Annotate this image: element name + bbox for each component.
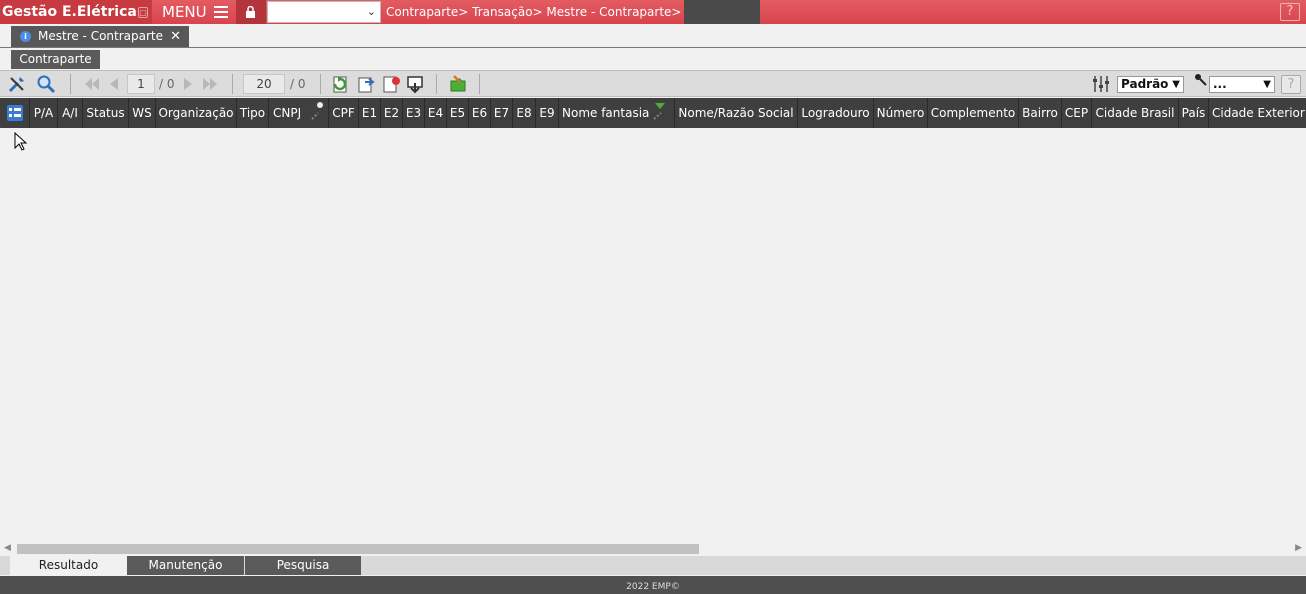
rows-per-page-input[interactable]: 20 [243,74,285,94]
page-number-input[interactable]: 1 [127,74,155,94]
refresh-icon[interactable] [330,74,350,94]
report-icon[interactable] [382,74,402,94]
column-header-numero[interactable]: Número [874,98,928,128]
column-header-cep[interactable]: CEP [1062,98,1092,128]
column-header-tipo[interactable]: Tipo [237,98,269,128]
column-header-cidade-brasil[interactable]: Cidade Brasil [1092,98,1179,128]
download-icon[interactable] [405,74,425,94]
column-header-nome-fantasia[interactable]: Nome fantasia [559,98,675,128]
toolbar-separator [320,74,321,94]
column-header-logradouro[interactable]: Logradouro [798,98,874,128]
scroll-left-icon[interactable]: ◀ [4,543,11,553]
column-header-cpf[interactable]: CPF [329,98,359,128]
first-page-icon[interactable] [82,74,102,94]
search-key-icon [311,102,323,120]
menu-button[interactable]: MENU [156,0,236,24]
prev-page-icon[interactable] [104,74,124,94]
view-select-value: Padrão [1121,77,1169,91]
key-select[interactable]: ... ▼ [1209,76,1275,93]
chevron-down-icon: ▼ [1172,79,1180,90]
help-button[interactable]: ? [1280,3,1300,21]
key-select-value: ... [1213,77,1227,91]
toolbar-separator [70,74,71,94]
column-header-e3[interactable]: E3 [403,98,425,128]
tab-mestre-contraparte[interactable]: i Mestre - Contraparte ✕ [11,26,189,47]
puzzle-icon[interactable] [448,74,468,94]
bottom-tab-strip: Resultado Manutenção Pesquisa [0,556,1306,575]
toolbar-help-button[interactable]: ? [1281,75,1301,94]
grid-menu-icon[interactable] [7,105,23,121]
next-page-icon[interactable] [178,74,198,94]
column-header-nome-fantasia-label: Nome fantasia [562,106,650,120]
app-title-text: Gestão E.Elétrica [2,4,137,20]
column-header-cnpj[interactable]: CNPJ [269,98,329,128]
rows-total: / 0 [290,77,306,91]
column-header-pais[interactable]: País [1179,98,1209,128]
chevron-down-icon: ⌄ [366,5,376,18]
column-header-organizacao[interactable]: Organização [156,98,237,128]
column-header-e2[interactable]: E2 [381,98,403,128]
grid-menu-column[interactable] [0,98,30,128]
column-header-e4[interactable]: E4 [425,98,447,128]
horizontal-scrollbar[interactable]: ◀ ▶ [0,542,1306,556]
tab-pesquisa[interactable]: Pesquisa [245,556,361,575]
column-header-status[interactable]: Status [83,98,129,128]
tab-manutencao[interactable]: Manutenção [127,556,244,575]
column-header-e7[interactable]: E7 [491,98,513,128]
column-header-e5[interactable]: E5 [447,98,469,128]
top-bar: Gestão E.Elétrica ▢ MENU ⌄ Contraparte> … [0,0,1306,24]
hamburger-icon [214,6,228,18]
last-page-icon[interactable] [200,74,220,94]
search-icon[interactable] [36,74,56,94]
column-header-cnpj-label: CNPJ [273,106,302,120]
column-header-ws[interactable]: WS [129,98,156,128]
column-header-nome-razao-social[interactable]: Nome/Razão Social [675,98,798,128]
sort-marker-icon [653,103,665,120]
column-header-e8[interactable]: E8 [513,98,536,128]
view-select[interactable]: Padrão ▼ [1117,76,1184,93]
chevron-down-icon: ▼ [1263,79,1271,90]
lock-icon [246,6,255,18]
app-title: Gestão E.Elétrica ▢ [0,0,152,24]
grid-body[interactable] [0,128,1306,542]
close-icon[interactable]: ✕ [170,26,181,47]
toolbar-separator [479,74,480,94]
column-header-bairro[interactable]: Bairro [1019,98,1062,128]
mouse-cursor-icon [14,132,28,151]
grid-header: P/A A/I Status WS Organização Tipo CNPJ … [0,98,1306,128]
tab-contraparte[interactable]: Contraparte [11,50,100,69]
column-header-ai[interactable]: A/I [58,98,83,128]
key-icon [1195,74,1207,86]
breadcrumb[interactable]: Contraparte> Transação> Mestre - Contrap… [386,0,681,24]
tab-resultado[interactable]: Resultado [10,556,127,575]
toolbar-separator [232,74,233,94]
breadcrumb-end-block [684,0,760,24]
menu-label: MENU [162,3,207,21]
app-minimize-icon[interactable]: ▢ [138,7,148,18]
column-header-pa[interactable]: P/A [30,98,58,128]
page-total: / 0 [159,77,175,91]
document-tab-strip: i Mestre - Contraparte ✕ [0,24,1306,48]
export-icon[interactable] [356,74,376,94]
lock-button[interactable] [236,0,266,24]
footer: 2022 EMP© [0,576,1306,594]
tools-icon[interactable] [7,74,27,94]
column-header-cidade-exterior[interactable]: Cidade Exterior [1209,98,1306,128]
filter-settings-icon[interactable] [1091,74,1111,94]
column-header-e1[interactable]: E1 [359,98,381,128]
column-header-complemento[interactable]: Complemento [928,98,1019,128]
transaction-select[interactable]: ⌄ [267,1,381,23]
column-header-e9[interactable]: E9 [536,98,559,128]
toolbar-separator [436,74,437,94]
doc-tab-label: Mestre - Contraparte [38,29,164,43]
column-header-e6[interactable]: E6 [469,98,491,128]
scroll-right-icon[interactable]: ▶ [1295,543,1302,553]
scrollbar-thumb[interactable] [17,544,699,554]
info-icon: i [20,31,31,42]
toolbar: 1 / 0 20 / 0 Padrão ▼ ... ▼ ? [0,70,1306,97]
